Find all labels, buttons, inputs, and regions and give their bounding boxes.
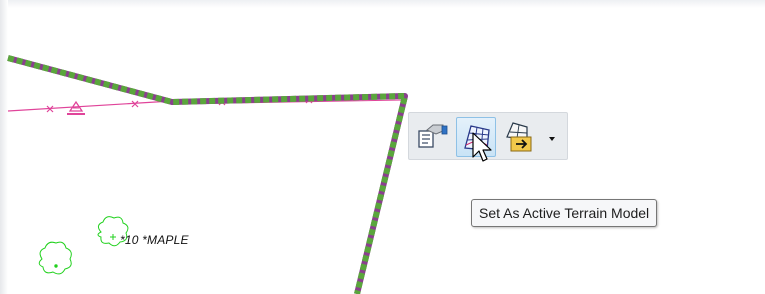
terrain-export-button[interactable] xyxy=(501,117,541,157)
mouse-pointer-icon xyxy=(472,132,492,162)
drawing-canvas xyxy=(7,55,408,294)
shrub-symbols xyxy=(38,216,129,275)
terrain-export-icon xyxy=(506,122,532,152)
terrain-properties-icon xyxy=(418,124,448,148)
fence-triangle-marker xyxy=(67,100,85,115)
shrub-symbol-lower xyxy=(38,241,72,275)
tooltip: Set As Active Terrain Model xyxy=(471,199,658,227)
cad-viewport[interactable]: *10 *MAPLE Set As Active Terrain Model xyxy=(0,0,765,294)
plant-label: *10 *MAPLE xyxy=(120,233,189,247)
boundary-line xyxy=(7,55,408,294)
properties-tool-button[interactable] xyxy=(413,117,453,157)
dropdown-arrow-icon[interactable] xyxy=(547,131,557,141)
